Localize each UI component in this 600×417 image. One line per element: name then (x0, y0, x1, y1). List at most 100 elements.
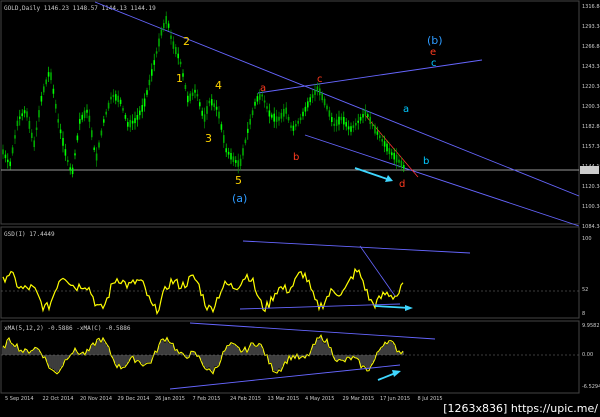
candle-body (333, 123, 335, 126)
candle-body (237, 160, 239, 167)
candle-body (218, 111, 220, 119)
candle-body (271, 114, 273, 118)
candle-body (287, 116, 290, 121)
candle-body (283, 108, 285, 117)
candle-body (31, 132, 33, 139)
candle-body (119, 99, 122, 104)
candle-body (259, 93, 261, 100)
candle-body (196, 94, 199, 97)
price-scale-label: 1243.34 (582, 64, 600, 70)
wave-cyan-a: a (403, 104, 409, 115)
candle-body (242, 148, 244, 156)
candle-body (131, 120, 134, 124)
candle-body (386, 143, 388, 152)
candle-body (52, 88, 55, 94)
candle-body (340, 116, 343, 121)
candle-body (91, 130, 93, 138)
candle-body (79, 119, 81, 124)
candle-body (103, 119, 105, 123)
macd-scale: 9.9582 0.00 -6.5294 (582, 323, 600, 390)
candle-body (383, 141, 386, 147)
candle-body (139, 110, 141, 116)
date-axis-label: 5 Sep 2014 (5, 396, 34, 402)
candle-body (261, 94, 263, 97)
candle-body (376, 131, 379, 135)
oscillator-panel (0, 226, 580, 319)
candle-body (371, 124, 374, 127)
candle-body (343, 116, 345, 125)
wave-red-a: a (260, 83, 266, 94)
channel-lower (304, 134, 580, 227)
candle-body (105, 111, 107, 115)
candle-body (352, 125, 355, 128)
candle-body (381, 139, 383, 142)
osc-trendline-top (242, 240, 471, 254)
price-tag (580, 166, 599, 174)
candle-body (244, 139, 247, 144)
candle-body (328, 110, 331, 117)
candle-body (55, 103, 57, 109)
candle-body (364, 110, 367, 115)
candle-body (26, 111, 28, 118)
candle-body (331, 117, 333, 122)
candle-body (280, 112, 283, 119)
channel-b (257, 59, 483, 94)
candle-body (40, 95, 43, 102)
candle-body (400, 160, 403, 168)
candle-body (395, 154, 398, 163)
candle-body (146, 90, 148, 95)
price-scale: 1316.84 1293.34 1266.84 1243.34 1220.34 1200.… (582, 4, 600, 230)
candle-body (187, 95, 189, 103)
candle-body (208, 100, 211, 104)
candle-body (194, 89, 196, 93)
candle-body (374, 125, 376, 134)
main-header: GOLD,Daily 1146.23 1148.57 1144.13 1144.… (4, 5, 156, 12)
osc-header: GSD(I) 17.4449 (4, 231, 55, 238)
date-axis-label: 26 Jan 2015 (155, 396, 185, 402)
price-scale-label: 1316.84 (582, 4, 600, 10)
candle-body (122, 108, 124, 111)
candle-body (134, 118, 136, 124)
candle-body (391, 152, 393, 156)
candle-body (2, 149, 4, 155)
candle-body (295, 123, 297, 127)
candle-body (33, 140, 35, 148)
price-scale-label: 1200.34 (582, 104, 600, 110)
candle-body (155, 51, 158, 54)
candle-body (124, 114, 127, 119)
candle-body (225, 148, 227, 153)
wave-red-b: b (293, 152, 299, 163)
candle-body (268, 110, 271, 117)
wave-label-1: 1 (176, 72, 183, 85)
osc-scale-label: 100 (582, 236, 592, 242)
date-axis-label: 22 Oct 2014 (43, 396, 74, 402)
candle-body (314, 90, 316, 95)
candle-body (201, 110, 203, 116)
candle-body (98, 142, 100, 148)
candle-body (213, 103, 215, 108)
candle-body (14, 135, 16, 139)
candle-body (11, 147, 14, 154)
macd-scale-label: 0.00 (582, 352, 593, 358)
candle-body (362, 114, 364, 118)
candle-body (321, 93, 323, 101)
oscillator-line (2, 267, 404, 316)
candle-body (211, 99, 213, 106)
date-axis-label: 20 Nov 2014 (80, 396, 112, 402)
wave-label-2: 2 (183, 35, 190, 48)
candle-body (165, 16, 167, 24)
osc-scale-label: 52 (582, 287, 588, 293)
candle-body (7, 159, 9, 163)
osc-scale: 100 52 8 (582, 236, 592, 317)
candle-body (309, 97, 311, 103)
wave-cyan-b: b (423, 156, 429, 167)
candle-body (160, 29, 163, 36)
candle-body (307, 101, 309, 108)
candle-body (230, 153, 232, 160)
candle-body (64, 149, 67, 156)
candle-body (273, 113, 275, 122)
osc-arrow-head-icon (405, 305, 413, 311)
candle-body (172, 41, 175, 49)
candle-body (254, 101, 256, 106)
candle-body (297, 120, 299, 124)
